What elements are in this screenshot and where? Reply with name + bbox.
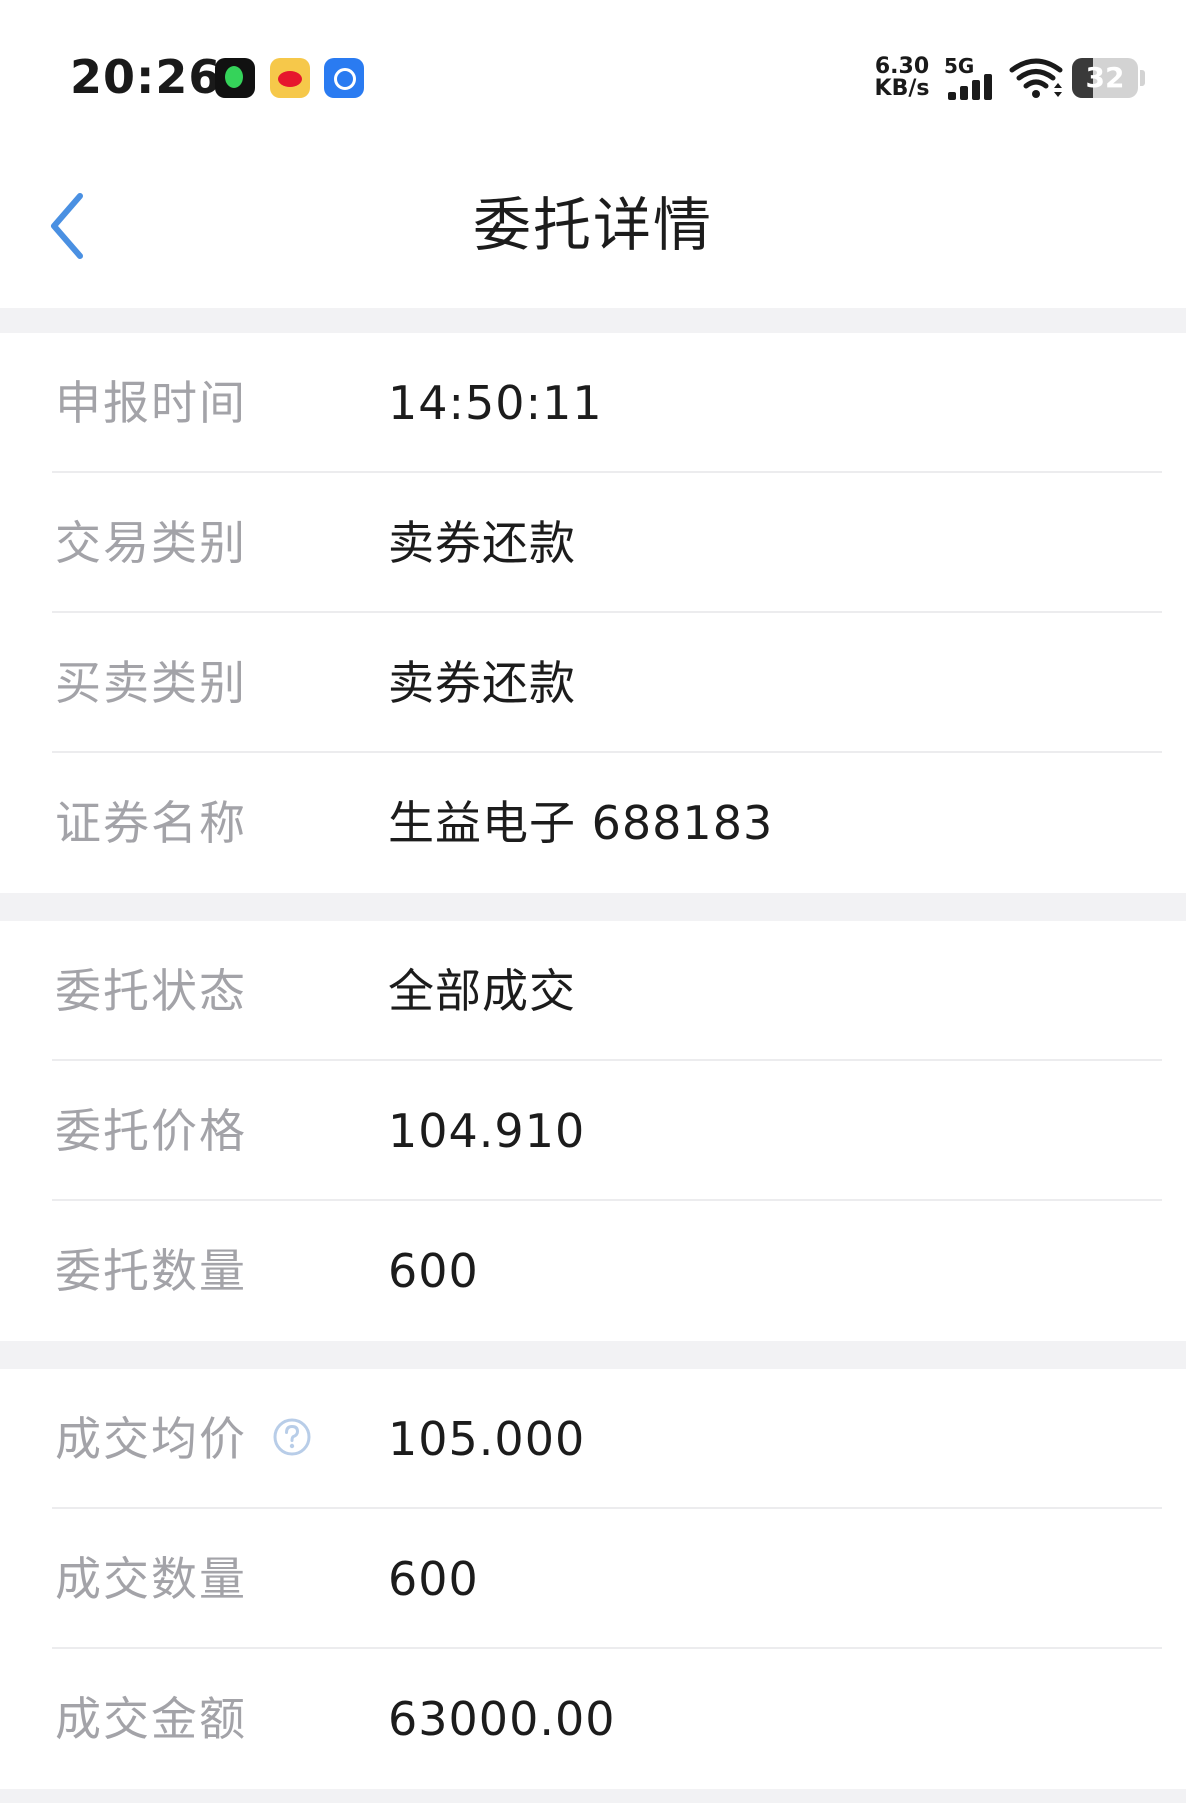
detail-row-deal-quantity: 成交数量 600 bbox=[0, 1509, 1186, 1649]
row-value: 全部成交 bbox=[388, 964, 576, 1018]
row-label: 交易类别 bbox=[55, 516, 247, 570]
row-value: 卖券还款 bbox=[388, 516, 576, 570]
network-speed-unit: KB/s bbox=[874, 76, 930, 101]
order-detail-page: 20:26 6.30 KB/s 5G 32 委托详情 申报时间 14:50:11… bbox=[0, 0, 1186, 1803]
detail-row-deal-amount: 成交金额 63000.00 bbox=[0, 1649, 1186, 1789]
detail-row-declare-time: 申报时间 14:50:11 bbox=[0, 333, 1186, 473]
cellular-signal-icon bbox=[948, 74, 996, 100]
detail-row-security-name: 证券名称 生益电子 688183 bbox=[0, 753, 1186, 893]
row-label: 成交均价 bbox=[55, 1412, 247, 1466]
detail-row-trade-category: 交易类别 卖券还款 bbox=[0, 473, 1186, 613]
wifi-icon bbox=[1009, 58, 1063, 98]
weibo-icon bbox=[270, 58, 310, 98]
detail-row-order-price: 委托价格 104.910 bbox=[0, 1061, 1186, 1201]
row-value: 105.000 bbox=[388, 1412, 586, 1466]
blue-app-icon bbox=[324, 58, 364, 98]
row-value: 卖券还款 bbox=[388, 656, 576, 710]
trade-result-section: 成交均价 105.000 成交数量 600 成交金额 63000.00 bbox=[0, 1369, 1186, 1789]
battery-percent: 32 bbox=[1085, 61, 1125, 94]
detail-row-order-quantity: 委托数量 600 bbox=[0, 1201, 1186, 1341]
detail-row-buy-sell-category: 买卖类别 卖券还款 bbox=[0, 613, 1186, 753]
row-value: 14:50:11 bbox=[388, 376, 603, 430]
order-info-section: 申报时间 14:50:11 交易类别 卖券还款 买卖类别 卖券还款 证券名称 生… bbox=[0, 333, 1186, 893]
nav-header: 委托详情 bbox=[0, 150, 1186, 308]
status-bar: 20:26 6.30 KB/s 5G 32 bbox=[0, 0, 1186, 150]
row-value: 生益电子 688183 bbox=[388, 796, 774, 850]
row-value: 63000.00 bbox=[388, 1692, 616, 1746]
network-speed: 6.30 KB/s bbox=[872, 56, 932, 100]
row-label: 委托状态 bbox=[55, 964, 247, 1018]
detail-row-avg-deal-price: 成交均价 105.000 bbox=[0, 1369, 1186, 1509]
battery-icon: 32 bbox=[1072, 58, 1138, 98]
battery-tip bbox=[1140, 70, 1145, 86]
row-label: 成交金额 bbox=[55, 1692, 247, 1746]
row-value: 104.910 bbox=[388, 1104, 586, 1158]
status-time: 20:26 bbox=[70, 50, 222, 104]
order-status-section: 委托状态 全部成交 委托价格 104.910 委托数量 600 bbox=[0, 921, 1186, 1341]
row-label: 申报时间 bbox=[55, 376, 247, 430]
row-label: 买卖类别 bbox=[55, 656, 247, 710]
network-speed-value: 6.30 bbox=[874, 54, 930, 79]
question-circle-icon[interactable] bbox=[272, 1417, 312, 1457]
row-value: 600 bbox=[388, 1244, 479, 1298]
page-title: 委托详情 bbox=[472, 191, 713, 259]
row-value: 600 bbox=[388, 1552, 479, 1606]
row-label: 成交数量 bbox=[55, 1552, 247, 1606]
row-label: 委托数量 bbox=[55, 1244, 247, 1298]
detail-row-order-status: 委托状态 全部成交 bbox=[0, 921, 1186, 1061]
row-label: 委托价格 bbox=[55, 1104, 247, 1158]
music-app-icon bbox=[215, 58, 255, 98]
row-label: 证券名称 bbox=[55, 796, 247, 850]
